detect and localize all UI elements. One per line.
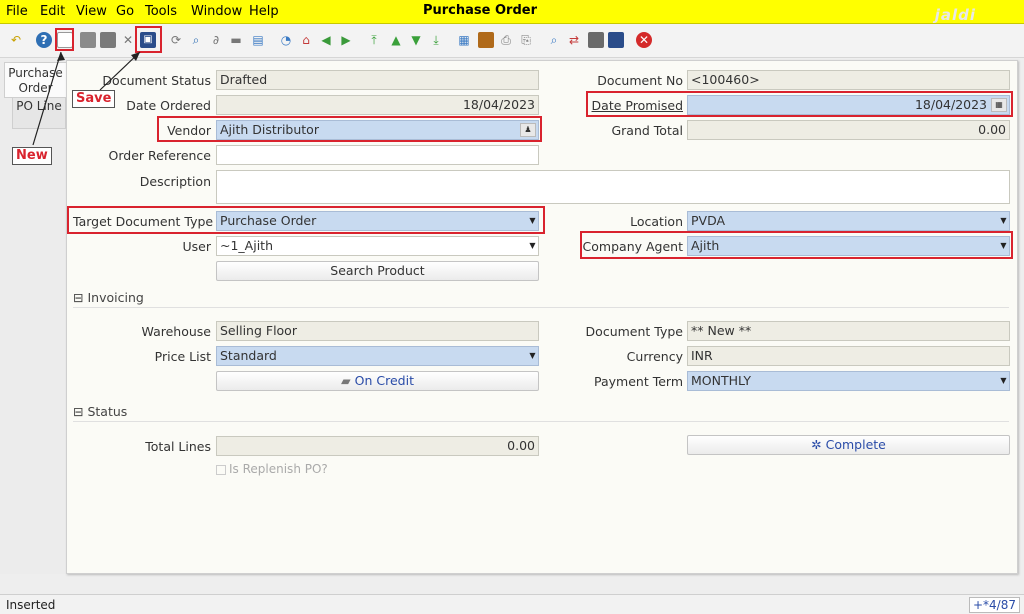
first-record-icon[interactable]: ⤒ — [366, 32, 382, 48]
gear-icon: ✲ — [811, 437, 822, 452]
chevron-down-icon[interactable]: ▼ — [528, 348, 537, 364]
status-section-header[interactable]: ⊟ Status — [73, 402, 1009, 422]
forward-icon[interactable]: ▶ — [338, 32, 354, 48]
is-replenish-checkbox[interactable]: Is Replenish PO? — [216, 462, 328, 476]
calendar-icon[interactable] — [608, 32, 624, 48]
product-info-icon[interactable] — [588, 32, 604, 48]
exit-icon[interactable]: ✕ — [636, 32, 652, 48]
complete-button[interactable]: ✲ Complete — [687, 435, 1010, 455]
date-ordered-field[interactable]: 18/04/2023 — [216, 95, 539, 115]
last-record-icon[interactable]: ⤓ — [428, 32, 444, 48]
tab-purchase-order[interactable]: Purchase Order — [4, 62, 66, 98]
collapse-icon[interactable]: ⊟ — [73, 404, 83, 419]
user-label: User — [182, 239, 212, 254]
zoom-icon[interactable]: ⌕ — [546, 32, 562, 48]
total-lines-label: Total Lines — [145, 439, 211, 454]
chevron-down-icon[interactable]: ▼ — [999, 213, 1008, 229]
location-value: PVDA — [691, 213, 726, 228]
order-reference-label: Order Reference — [108, 148, 211, 163]
copy-icon[interactable] — [80, 32, 96, 48]
workflow-icon[interactable]: ◔ — [278, 32, 294, 48]
new-annotation: New — [12, 147, 52, 165]
grand-total-field: 0.00 — [687, 120, 1010, 140]
on-credit-label: On Credit — [354, 373, 414, 388]
request-icon[interactable]: ⇄ — [566, 32, 582, 48]
is-replenish-label: Is Replenish PO? — [229, 462, 328, 476]
status-section-title: Status — [87, 404, 128, 419]
back-icon[interactable]: ◀ — [318, 32, 334, 48]
warehouse-field[interactable]: Selling Floor — [216, 321, 539, 341]
company-agent-highlight — [580, 231, 1013, 259]
attachment-icon[interactable]: ∂ — [208, 32, 224, 48]
chevron-down-icon[interactable]: ▼ — [528, 238, 537, 254]
complete-label: Complete — [825, 437, 886, 452]
print-preview-icon[interactable]: ⎘ — [518, 32, 534, 48]
price-list-label: Price List — [154, 349, 211, 364]
document-type-field: ** New ** — [687, 321, 1010, 341]
document-status-label: Document Status — [102, 73, 211, 88]
delete-icon[interactable] — [100, 32, 116, 48]
chevron-down-icon[interactable]: ▼ — [999, 373, 1008, 389]
document-no-field[interactable]: <100460> — [687, 70, 1010, 90]
invoicing-section-header[interactable]: ⊟ Invoicing — [73, 288, 1009, 308]
payment-term-select[interactable]: MONTHLY ▼ — [687, 371, 1010, 391]
location-label: Location — [630, 214, 683, 229]
next-record-icon[interactable]: ▼ — [408, 32, 424, 48]
description-label: Description — [139, 174, 211, 189]
description-input[interactable] — [216, 170, 1010, 204]
status-bar: Inserted +*4/87 — [0, 594, 1024, 614]
new-highlight — [55, 28, 74, 51]
payment-term-label: Payment Term — [594, 374, 683, 389]
payment-icon: ▰ — [341, 373, 351, 388]
target-doc-type-highlight — [67, 206, 545, 234]
print-icon[interactable]: ⎙ — [498, 32, 514, 48]
tab-po-line[interactable]: PO Line — [12, 97, 66, 129]
refresh-icon[interactable]: ⟳ — [168, 32, 184, 48]
user-select[interactable]: ~1_Ajith ▼ — [216, 236, 539, 256]
brand-logo: jaldi — [934, 6, 976, 24]
price-list-value: Standard — [220, 348, 277, 363]
payment-term-value: MONTHLY — [691, 373, 751, 388]
window-title: Purchase Order — [422, 3, 537, 18]
user-value: ~1_Ajith — [220, 238, 273, 253]
on-credit-button[interactable]: ▰ On Credit — [216, 371, 539, 391]
checkbox-icon[interactable] — [216, 464, 226, 475]
document-no-label: Document No — [597, 73, 683, 88]
currency-field: INR — [687, 346, 1010, 366]
history-icon[interactable]: ▤ — [250, 32, 266, 48]
record-tabs: Purchase Order PO Line — [0, 60, 66, 574]
menu-bar: File Edit View Go Tools Window Help Purc… — [0, 0, 1024, 24]
location-select[interactable]: PVDA ▼ — [687, 211, 1010, 231]
record-navigator[interactable]: +*4/87 — [968, 597, 1020, 613]
document-status-field: Drafted — [216, 70, 539, 90]
search-product-button[interactable]: Search Product — [216, 261, 539, 281]
vendor-highlight — [157, 116, 542, 142]
chat-icon[interactable]: ▬ — [228, 32, 244, 48]
report-icon[interactable]: ▦ — [456, 32, 472, 48]
save-highlight — [135, 26, 162, 53]
date-promised-highlight — [586, 91, 1013, 117]
previous-record-icon[interactable]: ▲ — [388, 32, 404, 48]
document-type-label: Document Type — [585, 324, 683, 339]
archive-icon[interactable] — [478, 32, 494, 48]
warehouse-label: Warehouse — [141, 324, 211, 339]
save-annotation: Save — [72, 90, 116, 108]
home-icon[interactable]: ⌂ — [298, 32, 314, 48]
grand-total-label: Grand Total — [611, 123, 683, 138]
delete-selection-icon[interactable]: ✕ — [120, 32, 136, 48]
help-icon[interactable]: ? — [36, 32, 52, 48]
invoicing-section-title: Invoicing — [87, 290, 144, 305]
price-list-select[interactable]: Standard ▼ — [216, 346, 539, 366]
undo-icon[interactable]: ↶ — [8, 32, 24, 48]
currency-label: Currency — [626, 349, 683, 364]
status-message: Inserted — [6, 598, 56, 612]
collapse-icon[interactable]: ⊟ — [73, 290, 83, 305]
total-lines-field: 0.00 — [216, 436, 539, 456]
find-icon[interactable]: ⌕ — [188, 32, 204, 48]
order-reference-input[interactable] — [216, 145, 539, 165]
